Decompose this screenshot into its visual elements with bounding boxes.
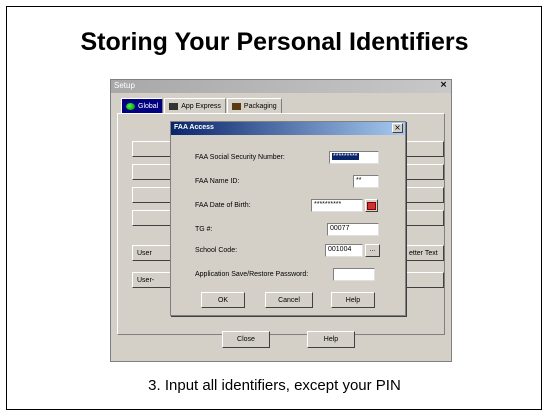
tab-label: App Express (181, 102, 221, 110)
cancel-button[interactable]: Cancel (265, 292, 313, 308)
tab-label: Packaging (243, 102, 277, 110)
setup-titlebar: Setup × (111, 80, 451, 93)
password-label: Application Save/Restore Password: (195, 271, 309, 278)
setup-right-button-1[interactable] (404, 141, 444, 157)
setup-close-icon[interactable]: × (438, 81, 449, 91)
user-button[interactable]: User (132, 245, 172, 261)
faa-help-button[interactable]: Help (331, 292, 375, 308)
dob-label: FAA Date of Birth: (195, 202, 251, 209)
close-button[interactable]: Close (222, 331, 270, 348)
slide-caption: 3. Input all identifiers, except your PI… (148, 377, 401, 394)
tab-app-express[interactable]: App Express (164, 98, 226, 113)
setup-right-button-3[interactable] (404, 187, 444, 203)
ssn-label: FAA Social Security Number: (195, 154, 285, 161)
setup-tabs: Global App Express Packaging (121, 98, 283, 113)
setup-window-title: Setup (114, 81, 135, 90)
faa-titlebar: FAA Access × (171, 122, 405, 135)
school-code-browse-button[interactable]: ... (365, 244, 380, 257)
tab-label: Global (138, 102, 159, 110)
letter-text-button[interactable]: etter Text (404, 245, 444, 261)
setup-help-button[interactable]: Help (307, 331, 355, 348)
password-field[interactable] (333, 268, 375, 281)
setup-left-button-2[interactable] (132, 164, 172, 180)
name-id-field[interactable]: ** (353, 175, 379, 188)
tg-field[interactable]: 00077 (327, 223, 379, 236)
tab-global[interactable]: Global (121, 98, 164, 113)
ssn-field[interactable]: ********* (329, 151, 379, 164)
setup-left-button-3[interactable] (132, 187, 172, 203)
user-button-2[interactable]: User- (132, 272, 172, 288)
setup-right-button-4[interactable] (404, 210, 444, 226)
faa-access-dialog: FAA Access × FAA Social Security Number:… (170, 121, 406, 316)
setup-right-button-6[interactable] (404, 272, 444, 288)
globe-icon (126, 102, 135, 110)
faa-dialog-title: FAA Access (174, 124, 214, 131)
setup-left-button-1[interactable] (132, 141, 172, 157)
school-code-field[interactable]: 001004 (325, 244, 363, 257)
school-code-label: School Code: (195, 247, 238, 254)
faa-close-icon[interactable]: × (392, 123, 403, 133)
dob-field[interactable]: ********** (311, 199, 363, 212)
ssn-value: ********* (332, 153, 359, 160)
slide-title: Storing Your Personal Identifiers (80, 28, 469, 56)
app-express-icon (169, 102, 179, 110)
setup-right-button-2[interactable] (404, 164, 444, 180)
setup-left-button-4[interactable] (132, 210, 172, 226)
calendar-button[interactable] (365, 199, 378, 212)
tg-label: TG #: (195, 226, 213, 233)
tab-packaging[interactable]: Packaging (226, 98, 282, 113)
calendar-icon (367, 201, 376, 210)
packaging-icon (231, 102, 241, 110)
name-id-label: FAA Name ID: (195, 178, 240, 185)
ok-button[interactable]: OK (201, 292, 245, 308)
